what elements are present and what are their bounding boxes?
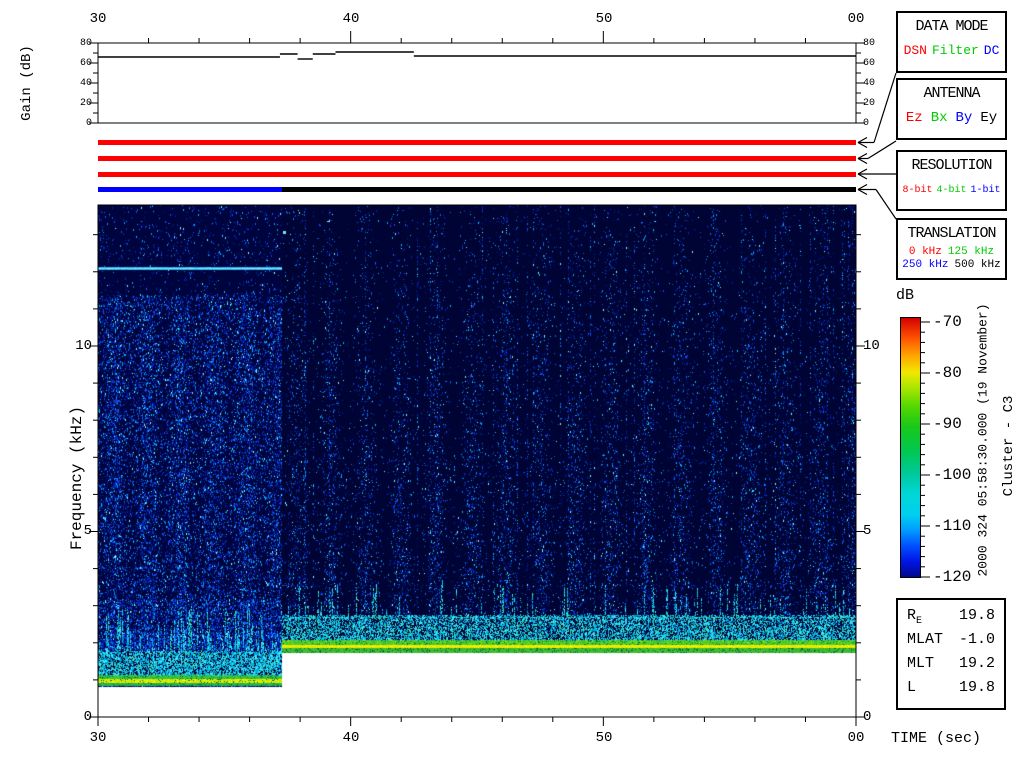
ephemeris-label: RE — [907, 607, 923, 627]
ephemeris-row-mlt: MLT 19.2 — [907, 655, 995, 679]
gain-tick-label: 60 — [863, 58, 876, 69]
gain-axis-label: Gain (dB) — [19, 45, 35, 121]
gain-tick-label: 0 — [85, 118, 92, 129]
panel-data-mode-title: DATA MODE — [915, 18, 988, 35]
freq-tick-label: 10 — [75, 338, 92, 354]
x-tick-label-top: 50 — [595, 11, 613, 27]
spacecraft-annotation: Cluster - C3 — [1001, 395, 1017, 497]
ephemeris-label: MLT — [907, 655, 935, 672]
gain-tick-label: 80 — [863, 38, 876, 49]
ephemeris-row-re: RE 19.8 — [907, 607, 995, 631]
translation-option-500khz: 500 kHz — [954, 259, 1001, 271]
antenna-option-by: By — [955, 110, 973, 126]
ephemeris-value: 19.8 — [958, 607, 995, 624]
data-mode-option-dc: DC — [983, 43, 1000, 58]
gain-tick-label: 40 — [79, 78, 92, 89]
gain-tick-label: 0 — [863, 118, 870, 129]
x-tick-label-top: 40 — [342, 11, 360, 27]
freq-tick-label: 0 — [863, 709, 872, 725]
wbd-spectrogram-page: 30 40 50 00 30 40 50 00 Gain (dB) 80 60 … — [0, 0, 1024, 768]
data-mode-option-filter: Filter — [931, 43, 979, 58]
freq-tick-label: 5 — [83, 523, 92, 539]
panel-translation-title: TRANSLATION — [907, 225, 996, 242]
resolution-option-8bit: 8-bit — [902, 185, 933, 196]
translation-option-250khz: 250 kHz — [902, 259, 949, 271]
resolution-option-1bit: 1-bit — [970, 185, 1001, 196]
panel-resolution: RESOLUTION 8-bit 4-bit 1-bit — [896, 150, 1007, 211]
x-tick-label-bottom: 30 — [89, 730, 107, 746]
gain-tick-label: 40 — [863, 78, 876, 89]
ephemeris-label-subscript: E — [916, 616, 923, 627]
timestamp-annotation: 2000 324 05:58:30.000 (19 November) — [975, 303, 991, 577]
translation-bar-segment — [281, 187, 856, 192]
antenna-option-bx: Bx — [930, 110, 948, 126]
panel-translation: TRANSLATION 0 kHz 125 kHz 250 kHz 500 kH… — [896, 218, 1007, 280]
panel-resolution-title: RESOLUTION — [911, 157, 992, 174]
panel-antenna-title: ANTENNA — [923, 85, 980, 102]
colorbar-unit-label: dB — [896, 287, 915, 304]
freq-tick-label: 10 — [863, 338, 880, 354]
antenna-option-ey: Ey — [980, 110, 998, 126]
x-tick-label-bottom: 00 — [847, 730, 865, 746]
freq-tick-label: 5 — [863, 523, 872, 539]
translation-option-0khz: 0 kHz — [908, 246, 942, 258]
freq-tick-label: 0 — [83, 709, 92, 725]
ephemeris-row-mlat: MLAT -1.0 — [907, 631, 995, 655]
panel-antenna: ANTENNA Ez Bx By Ey — [896, 78, 1007, 140]
ephemeris-value: 19.8 — [958, 679, 995, 696]
data-mode-bar-segment — [98, 140, 856, 145]
ephemeris-label: MLAT — [907, 631, 944, 648]
antenna-option-ez: Ez — [905, 110, 923, 126]
ephemeris-label: L — [907, 679, 917, 696]
resolution-option-4bit: 4-bit — [936, 185, 967, 196]
panel-data-mode: DATA MODE DSN Filter DC — [896, 11, 1007, 73]
x-tick-label-top: 00 — [847, 11, 865, 27]
time-axis-label: TIME (sec) — [891, 730, 982, 747]
antenna-bar-segment — [98, 156, 856, 161]
translation-bar-segment — [98, 187, 282, 192]
x-tick-label-bottom: 50 — [595, 730, 613, 746]
ephemeris-value: 19.2 — [958, 655, 995, 672]
data-mode-option-dsn: DSN — [903, 43, 927, 58]
x-tick-label-top: 30 — [89, 11, 107, 27]
gain-tick-label: 80 — [79, 38, 92, 49]
ephemeris-row-l: L 19.8 — [907, 679, 995, 703]
resolution-bar-segment — [98, 171, 856, 177]
ephemeris-panel: RE 19.8 MLAT -1.0 MLT 19.2 L 19.8 — [896, 598, 1006, 710]
x-tick-label-bottom: 40 — [342, 730, 360, 746]
translation-option-125khz: 125 kHz — [947, 246, 995, 258]
gain-tick-label: 20 — [79, 98, 92, 109]
colorbar-gradient — [900, 317, 921, 578]
gain-tick-label: 60 — [79, 58, 92, 69]
gain-tick-label: 20 — [863, 98, 876, 109]
spectrogram-canvas — [98, 205, 856, 717]
ephemeris-value: -1.0 — [958, 631, 995, 648]
